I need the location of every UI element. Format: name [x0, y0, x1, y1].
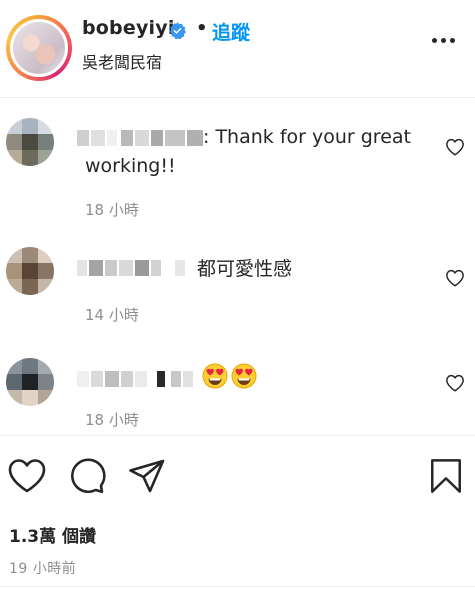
- location-link[interactable]: 吳老闆民宿: [82, 49, 162, 73]
- follow-button[interactable]: 追蹤: [212, 18, 250, 45]
- section-divider: [0, 435, 475, 436]
- comment-like-icon[interactable]: [445, 138, 465, 156]
- comment-item: : Thank for your great working!! 18 小時: [0, 98, 475, 223]
- post-timestamp: 19 小時前: [9, 561, 77, 577]
- send-icon[interactable]: [128, 458, 166, 494]
- more-options-icon[interactable]: [430, 36, 458, 46]
- bookmark-icon[interactable]: [429, 458, 463, 494]
- comment-text-continued: working!!: [85, 155, 176, 177]
- story-ring[interactable]: [6, 15, 72, 81]
- comment-like-icon[interactable]: [445, 374, 465, 392]
- commenter-username-obscured[interactable]: [77, 127, 207, 147]
- comment-timestamp: 18 小時: [85, 411, 139, 429]
- commenter-username-obscured[interactable]: [77, 368, 197, 388]
- post-header: bobeyiyi • 追蹤 吳老闆民宿: [0, 0, 475, 98]
- comment-timestamp: 18 小時: [85, 201, 139, 219]
- commenter-avatar[interactable]: [6, 118, 54, 166]
- username[interactable]: bobeyiyi: [82, 17, 175, 39]
- heart-eyes-emoji: [202, 363, 228, 389]
- bottom-divider: [0, 586, 475, 587]
- comment-timestamp: 14 小時: [85, 306, 139, 324]
- profile-avatar[interactable]: [10, 19, 68, 77]
- commenter-avatar[interactable]: [6, 358, 54, 406]
- comment-item: 18 小時: [0, 328, 475, 435]
- commenter-username-obscured[interactable]: [77, 257, 187, 277]
- header-separator: •: [196, 18, 208, 39]
- comment-like-icon[interactable]: [445, 269, 465, 287]
- heart-icon[interactable]: [7, 458, 47, 494]
- comment-text: : Thank for your great: [203, 126, 411, 148]
- comment-item: 都可愛性感 14 小時: [0, 223, 475, 328]
- comment-icon[interactable]: [68, 458, 106, 494]
- verified-badge-icon: [169, 22, 186, 39]
- heart-eyes-emoji: [231, 363, 257, 389]
- comment-text: 都可愛性感: [197, 258, 293, 280]
- commenter-avatar[interactable]: [6, 247, 54, 295]
- like-count[interactable]: 1.3萬 個讚: [9, 522, 96, 547]
